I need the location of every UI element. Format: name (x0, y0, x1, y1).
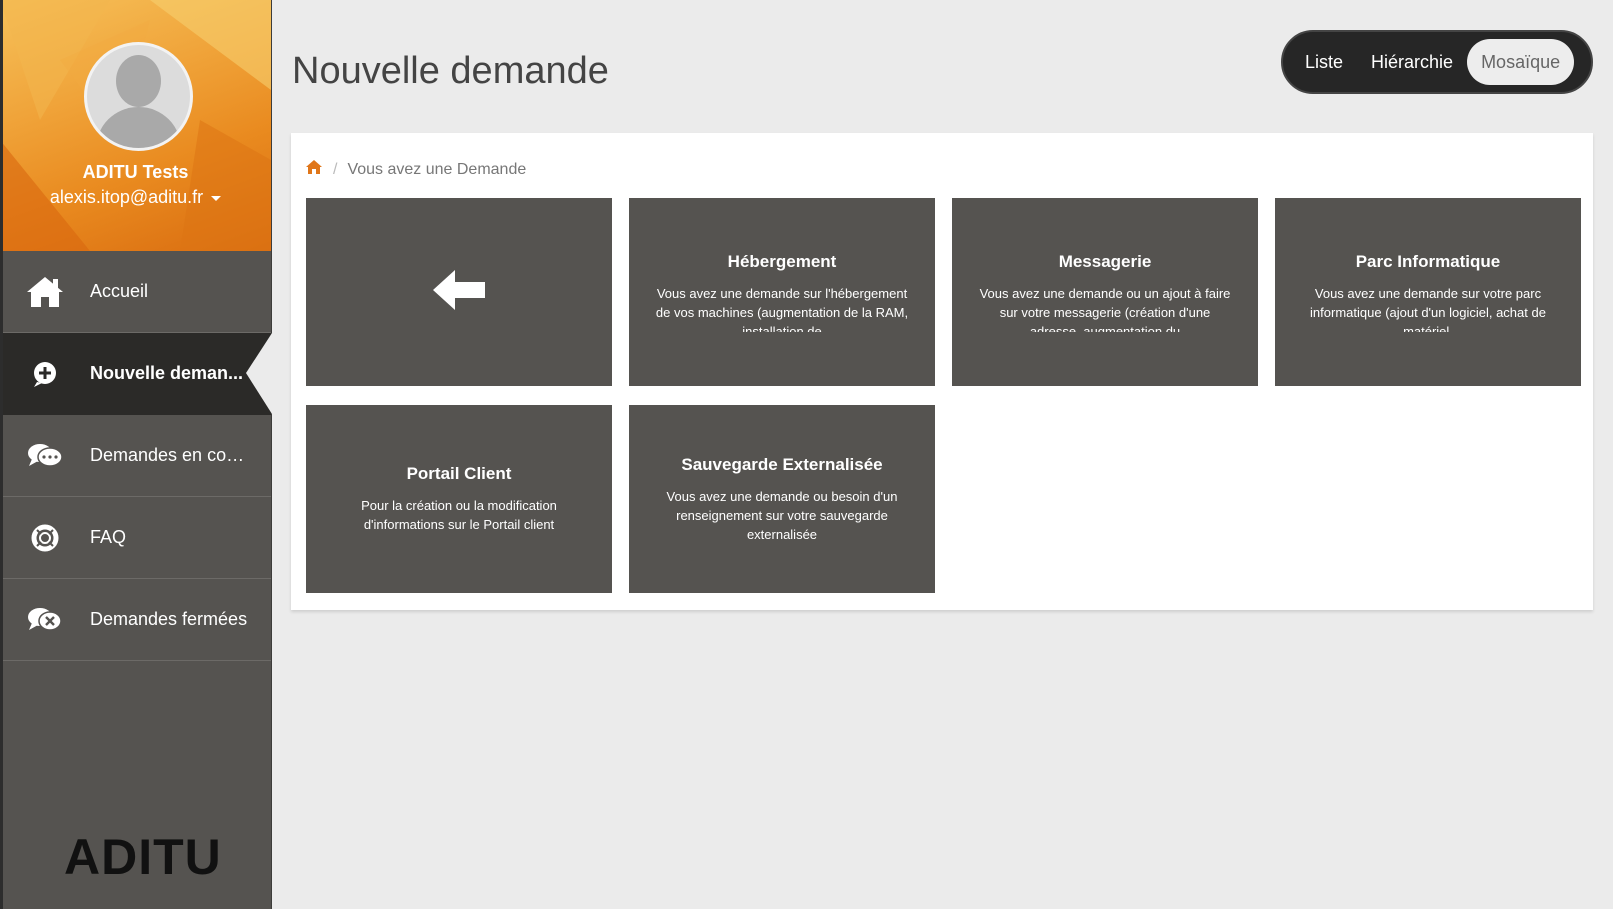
user-email-dropdown[interactable]: alexis.itop@aditu.fr (0, 187, 271, 208)
sidebar-item-label: Nouvelle deman... (90, 363, 244, 383)
sidebar-item-faq[interactable]: FAQ (0, 497, 271, 579)
tile-title: Portail Client (406, 464, 512, 483)
view-mosaique-button[interactable]: Mosaïque (1467, 39, 1575, 85)
tile-title: Parc Informatique (1355, 252, 1501, 271)
content-panel: / Vous avez une Demande Hébergement Vous… (291, 133, 1593, 610)
chat-close-icon (0, 606, 90, 634)
sidebar-item-nouvelle-demande[interactable]: Nouvelle deman... (0, 333, 272, 415)
category-tile-portail-client[interactable]: Portail Client Pour la création ou la mo… (306, 405, 612, 593)
avatar[interactable] (84, 42, 193, 151)
category-tile-sauvegarde-externalisee[interactable]: Sauvegarde Externalisée Vous avez une de… (629, 405, 935, 593)
sidebar-item-demandes-en-cours[interactable]: Demandes en cours (0, 415, 271, 497)
view-liste-button[interactable]: Liste (1291, 39, 1357, 85)
sidebar: ADITU Tests alexis.itop@aditu.fr Accueil… (0, 0, 272, 909)
profile-header: ADITU Tests alexis.itop@aditu.fr (0, 0, 271, 251)
tile-title: Sauvegarde Externalisée (681, 454, 883, 474)
sidebar-item-label: Demandes en cours (90, 445, 250, 465)
sidebar-item-accueil[interactable]: Accueil (0, 251, 271, 333)
tile-title: Messagerie (1058, 252, 1152, 271)
tile-description: Pour la création ou la modification d'in… (361, 498, 557, 532)
sidebar-nav: Accueil Nouvelle deman... Demandes en co… (0, 251, 272, 661)
tile-description: Vous avez une demande ou besoin d'un ren… (666, 488, 898, 542)
category-tile-messagerie[interactable]: Messagerie Vous avez une demande ou un a… (952, 198, 1258, 386)
category-tile-parc-informatique[interactable]: Parc Informatique Vous avez une demande … (1275, 198, 1581, 386)
back-tile[interactable] (306, 198, 612, 386)
caret-down-icon (211, 195, 222, 201)
breadcrumb-current: Vous avez une Demande (347, 160, 527, 178)
tile-title: Hébergement (727, 252, 837, 271)
arrow-left-icon (431, 268, 487, 317)
breadcrumb: / Vous avez une Demande (305, 159, 526, 180)
sidebar-item-label: Demandes fermées (90, 609, 248, 629)
tile-description: Vous avez une demande sur l'hébergement … (655, 286, 909, 332)
brand-logo: ADITU (64, 829, 222, 885)
user-name: ADITU Tests (82, 162, 189, 182)
home-icon[interactable] (305, 159, 323, 180)
lifebuoy-icon (0, 524, 90, 552)
tile-description: Vous avez une demande ou un ajout à fair… (979, 286, 1231, 332)
sidebar-item-label: FAQ (90, 527, 127, 547)
sidebar-item-demandes-fermees[interactable]: Demandes fermées (0, 579, 271, 661)
page-title: Nouvelle demande (292, 50, 609, 92)
plus-circle-icon (0, 360, 90, 388)
category-tile-hebergement[interactable]: Hébergement Vous avez une demande sur l'… (629, 198, 935, 386)
view-hierarchie-button[interactable]: Hiérarchie (1357, 39, 1467, 85)
view-switch: Liste Hiérarchie Mosaïque (1281, 30, 1593, 94)
user-email-label: alexis.itop@aditu.fr (49, 187, 204, 207)
breadcrumb-separator: / (333, 160, 338, 178)
sidebar-item-label: Accueil (90, 281, 149, 301)
chat-bubbles-icon (0, 442, 90, 470)
home-icon (0, 275, 90, 309)
tile-description: Vous avez une demande sur votre parc inf… (1310, 286, 1546, 332)
